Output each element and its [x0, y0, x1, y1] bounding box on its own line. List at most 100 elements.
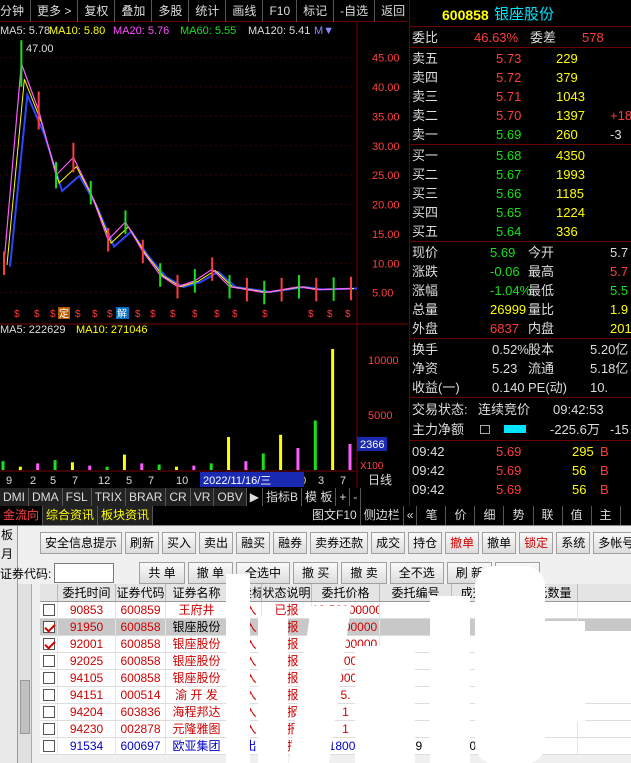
trade-action-button[interactable]: 系统	[556, 532, 591, 554]
column-header[interactable]: 委托时间	[58, 584, 116, 601]
event-marker[interactable]: $	[75, 309, 81, 320]
trade-action-button[interactable]: 卖券还款	[310, 532, 369, 554]
info-tab[interactable]: 细	[475, 506, 505, 525]
row-checkbox[interactable]	[42, 740, 55, 752]
period-label[interactable]: 日线	[368, 473, 392, 487]
trade-action-button[interactable]: 成交	[371, 532, 406, 554]
trade-action-button[interactable]: 融券	[273, 532, 308, 554]
toolbar-item[interactable]: 叠加	[115, 0, 153, 22]
event-marker[interactable]: $	[14, 309, 20, 320]
stock-code-input[interactable]	[54, 563, 115, 583]
toolbar-item[interactable]: 复权	[78, 0, 116, 22]
info-tab[interactable]: 金流向	[0, 506, 44, 525]
indicator-tab[interactable]: DMI	[0, 488, 29, 506]
trade-action-button[interactable]: 卖出	[199, 532, 234, 554]
column-header[interactable]	[40, 584, 58, 601]
toolbar-item[interactable]: 标记	[297, 0, 335, 22]
row-checkbox-cell[interactable]	[40, 738, 58, 754]
row-checkbox[interactable]	[42, 621, 55, 633]
order-filter-button[interactable]: 全不选	[389, 562, 444, 584]
event-marker[interactable]: $	[327, 309, 333, 320]
info-tab[interactable]: 价	[446, 506, 476, 525]
event-marker[interactable]: $	[262, 309, 268, 320]
row-checkbox-cell[interactable]	[40, 721, 58, 737]
trade-action-button[interactable]: 撤单	[445, 532, 480, 554]
indicator-tab[interactable]: +	[336, 488, 351, 506]
info-tab[interactable]: 综合资讯	[43, 506, 99, 525]
column-header[interactable]: 委托价格	[312, 584, 380, 601]
event-marker[interactable]: $	[92, 309, 98, 320]
indicator-tab[interactable]: -	[350, 488, 362, 506]
row-checkbox-cell[interactable]	[40, 602, 58, 618]
row-checkbox-cell[interactable]	[40, 670, 58, 686]
info-tab[interactable]: 势	[504, 506, 534, 525]
indicator-tab[interactable]: OBV	[214, 488, 247, 506]
toolbar-item[interactable]: F10	[263, 0, 298, 22]
event-marker[interactable]: $	[232, 309, 238, 320]
info-tab[interactable]: 板块资讯	[98, 506, 154, 525]
event-marker[interactable]: $	[107, 309, 113, 320]
info-tab[interactable]: 图文F10	[309, 506, 361, 525]
row-checkbox-cell[interactable]	[40, 619, 58, 635]
info-tab[interactable]: 主	[592, 506, 621, 525]
row-checkbox[interactable]	[42, 723, 55, 735]
kline-chart-svg[interactable]: MA5: 5.78 MA10: 5.80 MA20: 5.76 MA60: 5.…	[0, 22, 408, 488]
event-marker[interactable]: $	[150, 309, 156, 320]
event-marker[interactable]: $	[345, 309, 351, 320]
event-marker[interactable]: $	[192, 309, 198, 320]
toolbar-item[interactable]: 返回	[375, 0, 413, 22]
toolbar-item[interactable]: 统计	[189, 0, 227, 22]
event-marker[interactable]: $	[135, 309, 141, 320]
row-checkbox[interactable]	[42, 638, 55, 650]
column-header[interactable]: 证券名称	[166, 584, 228, 601]
info-tab[interactable]: «	[404, 506, 418, 525]
row-checkbox-cell[interactable]	[40, 653, 58, 669]
toolbar-item[interactable]: 画线	[226, 0, 264, 22]
indicator-tab[interactable]: ▶	[247, 488, 263, 506]
event-marker[interactable]: $	[308, 309, 314, 320]
row-checkbox[interactable]	[42, 706, 55, 718]
trade-action-button[interactable]: 持仓	[408, 532, 443, 554]
column-header[interactable]: 状态说明	[262, 584, 312, 601]
trade-action-button[interactable]: 买入	[162, 532, 197, 554]
trade-action-button[interactable]: 多帐号	[593, 532, 631, 554]
indicator-tab[interactable]: CR	[166, 488, 191, 506]
toolbar-item[interactable]: -自选	[334, 0, 376, 22]
event-marker[interactable]: $	[50, 309, 56, 320]
column-header[interactable]: 证券代码	[116, 584, 166, 601]
info-tab[interactable]: 笔	[417, 506, 447, 525]
order-filter-button[interactable]: 撤 卖	[341, 562, 387, 584]
row-checkbox-cell[interactable]	[40, 636, 58, 652]
left-strip-item[interactable]: 板	[0, 526, 17, 545]
indicator-tab[interactable]: 指标B	[263, 488, 302, 506]
indicator-tab[interactable]: VR	[190, 488, 215, 506]
scrollbar-thumb[interactable]	[20, 680, 30, 734]
indicator-tab[interactable]: 模 板	[302, 488, 337, 506]
info-tab[interactable]: 侧边栏	[361, 506, 404, 525]
info-tab[interactable]: 联	[534, 506, 563, 525]
indicator-tab[interactable]: FSL	[62, 488, 92, 506]
trade-action-button[interactable]: 融买	[236, 532, 271, 554]
event-marker[interactable]: $	[170, 309, 176, 320]
ma-more-toggle[interactable]: M▼	[314, 25, 334, 37]
kline-chart[interactable]: MA5: 5.78 MA10: 5.80 MA20: 5.76 MA60: 5.…	[0, 22, 408, 492]
row-checkbox[interactable]	[42, 672, 55, 684]
toolbar-item[interactable]: 多股	[152, 0, 190, 22]
trade-action-button[interactable]: 撤单	[482, 532, 517, 554]
indicator-tab[interactable]: DMA	[29, 488, 63, 506]
left-strip-item[interactable]: 月	[0, 545, 17, 564]
trade-action-button[interactable]: 刷新	[125, 532, 160, 554]
order-filter-button[interactable]: 共 单	[139, 562, 185, 584]
row-checkbox-cell[interactable]	[40, 704, 58, 720]
mainflow-list-icon[interactable]	[480, 425, 490, 434]
indicator-tab[interactable]: TRIX	[91, 488, 127, 506]
row-checkbox[interactable]	[42, 689, 55, 701]
event-marker[interactable]: $	[214, 309, 220, 320]
trade-action-button[interactable]: 锁定	[519, 532, 554, 554]
event-marker[interactable]: $	[34, 309, 40, 320]
indicator-tab[interactable]: BRAR	[126, 488, 167, 506]
info-tab[interactable]: 值	[563, 506, 592, 525]
toolbar-item[interactable]: 更多 >	[31, 0, 79, 22]
order-list-scrollbar[interactable]	[18, 584, 32, 763]
row-checkbox[interactable]	[42, 604, 55, 616]
